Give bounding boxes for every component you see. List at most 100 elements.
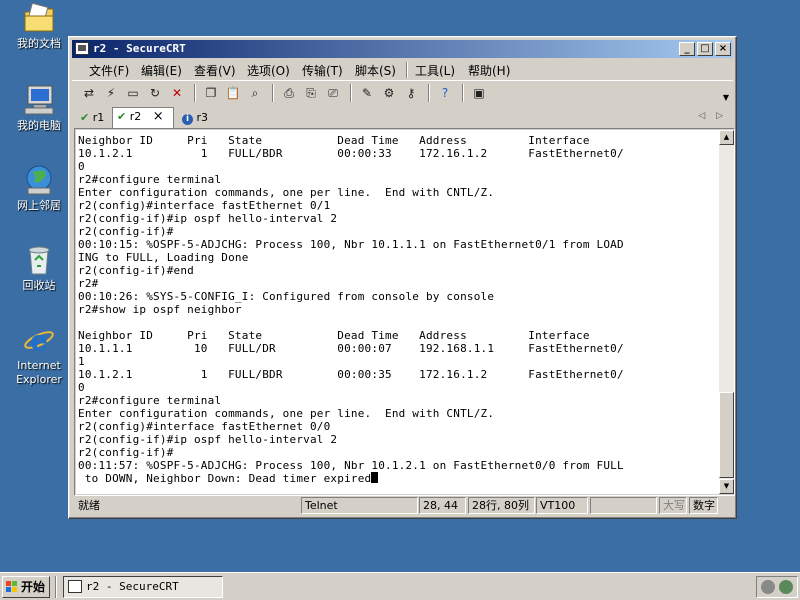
scroll-up-icon[interactable]: ▲ — [719, 130, 734, 145]
print-setup-icon[interactable]: ⎚ — [324, 84, 342, 102]
desktop-icon-network[interactable]: 网上邻居 — [8, 164, 70, 213]
copy-icon[interactable]: ❐ — [202, 84, 220, 102]
tab-r3[interactable]: i r3 — [178, 109, 214, 127]
keymap-icon[interactable]: ⚷ — [402, 84, 420, 102]
terminal-line: r2(config-if)# — [78, 446, 174, 459]
terminal-line: r2# — [78, 277, 99, 290]
menu-help[interactable]: 帮助(H) — [468, 62, 510, 79]
minimize-button[interactable]: _ — [679, 42, 695, 56]
print-icon[interactable]: ⎙ — [280, 84, 298, 102]
menu-tools[interactable]: 工具(L) — [415, 62, 455, 79]
menu-edit[interactable]: 编辑(E) — [141, 62, 182, 79]
terminal-line: r2(config-if)#ip ospf hello-interval 2 — [78, 433, 338, 446]
volume-icon[interactable] — [761, 580, 775, 594]
connected-check-icon: ✔ — [117, 110, 127, 123]
maximize-button[interactable]: □ — [697, 42, 713, 56]
terminal-line: 10.1.2.1 1 FULL/BDR 00:00:35 172.16.1.2 … — [78, 368, 624, 381]
desktop-icon-my-documents[interactable]: 我的文档 — [8, 2, 70, 51]
terminal-output[interactable]: Neighbor ID Pri State Dead Time Address … — [76, 130, 721, 494]
terminal-line: 0 — [78, 160, 85, 173]
info-icon: i — [182, 114, 193, 125]
network-icon — [22, 164, 56, 196]
desktop-icon-label: 回收站 — [22, 279, 56, 292]
desktop-icon-label-line1: Internet — [17, 359, 61, 372]
menu-transfer[interactable]: 传输(T) — [302, 62, 343, 79]
taskbar-button-securecrt[interactable]: r2 - SecureCRT — [63, 576, 223, 598]
session-tabs: ✔ r1 ✔ r2 × i r3 ◁ ▷ — [72, 106, 733, 128]
connect-tab-icon[interactable]: ▭ — [124, 84, 142, 102]
status-caps: 大写 — [659, 497, 687, 514]
terminal-line: 10.1.1.1 10 FULL/DR 00:00:07 192.168.1.1… — [78, 342, 624, 355]
status-terminal-size: 28行, 80列 — [468, 497, 535, 514]
terminal-line: r2(config-if)#end — [78, 264, 194, 277]
menu-separator — [406, 62, 408, 78]
terminal-line: to DOWN, Neighbor Down: Dead timer expir… — [78, 472, 721, 485]
desktop-icon-label: 我的文档 — [17, 37, 61, 50]
desktop-icon-my-computer[interactable]: 我的电脑 — [8, 84, 70, 133]
menu-view[interactable]: 查看(V) — [194, 62, 236, 79]
sftp-icon[interactable]: ▣ — [470, 84, 488, 102]
status-emulation: VT100 — [536, 497, 588, 514]
tab-next-icon[interactable]: ▷ — [716, 111, 723, 121]
tab-label: r3 — [196, 111, 209, 124]
status-protocol: Telnet — [301, 497, 418, 514]
help-icon[interactable]: ? — [436, 84, 454, 102]
tab-prev-icon[interactable]: ◁ — [698, 111, 705, 121]
menu-script[interactable]: 脚本(S) — [355, 62, 396, 79]
status-bar: 就绪 Telnet 28, 44 28行, 80列 VT100 大写 数字 — [72, 496, 733, 515]
close-button[interactable]: × — [715, 42, 731, 56]
recycle-bin-icon — [22, 244, 56, 276]
taskbar-button-label: r2 - SecureCRT — [86, 580, 179, 593]
quick-connect-icon[interactable]: ⚡ — [102, 84, 120, 102]
paste-icon[interactable]: 📋 — [224, 84, 242, 102]
network-tray-icon[interactable] — [779, 580, 793, 594]
terminal-line: r2(config)#interface fastEthernet 0/0 — [78, 420, 331, 433]
desktop-icon-label: 我的电脑 — [17, 119, 61, 132]
terminal-line: Neighbor ID Pri State Dead Time Address … — [78, 329, 590, 342]
tab-r2[interactable]: ✔ r2 × — [112, 107, 174, 128]
toolbar-separator — [462, 84, 464, 102]
menu-options[interactable]: 选项(O) — [247, 62, 290, 79]
tab-r1[interactable]: ✔ r1 — [76, 109, 110, 127]
tab-nav: ◁ ▷ — [698, 111, 723, 121]
print-selection-icon[interactable]: ⎘ — [302, 84, 320, 102]
scroll-down-icon[interactable]: ▼ — [719, 479, 734, 494]
desktop-icon-internet-explorer[interactable]: e Internet Explorer — [8, 324, 70, 387]
terminal-line: 0 — [78, 381, 85, 394]
reconnect-icon[interactable]: ↻ — [146, 84, 164, 102]
terminal-cursor — [371, 472, 379, 483]
terminal-line: 00:10:26: %SYS-5-CONFIG_I: Configured fr… — [78, 290, 495, 303]
computer-icon — [22, 84, 56, 116]
disconnect-icon[interactable]: ✕ — [168, 84, 186, 102]
find-icon[interactable]: ⌕ — [246, 84, 264, 102]
terminal-line: r2#configure terminal — [78, 394, 222, 407]
start-button[interactable]: 开始 — [2, 576, 50, 598]
taskbar-separator — [55, 576, 57, 598]
vertical-scrollbar[interactable]: ▲ ▼ — [719, 130, 734, 494]
scroll-thumb[interactable] — [719, 392, 734, 478]
terminal-line: 10.1.2.1 1 FULL/BDR 00:00:33 172.16.1.2 … — [78, 147, 624, 160]
connect-icon[interactable]: ⇄ — [80, 84, 98, 102]
system-tray — [756, 576, 798, 598]
start-label: 开始 — [21, 580, 46, 594]
status-cursor-position: 28, 44 — [419, 497, 466, 514]
svg-text:e: e — [30, 324, 48, 356]
terminal-line: Neighbor ID Pri State Dead Time Address … — [78, 134, 590, 147]
terminal-line: ING to FULL, Loading Done — [78, 251, 249, 264]
toolbar-separator — [428, 84, 430, 102]
toolbar-separator — [350, 84, 352, 102]
securecrt-app-icon[interactable] — [75, 42, 89, 55]
connected-check-icon: ✔ — [80, 111, 90, 124]
taskbar: 开始 r2 - SecureCRT — [0, 572, 800, 600]
toolbar-overflow-icon[interactable]: ▼ — [723, 93, 729, 102]
window-title: r2 - SecureCRT — [93, 42, 186, 55]
global-options-icon[interactable]: ⚙ — [380, 84, 398, 102]
tab-close-icon[interactable]: × — [153, 109, 164, 124]
terminal-line: Enter configuration commands, one per li… — [78, 407, 495, 420]
menu-file[interactable]: 文件(F) — [89, 62, 129, 79]
session-options-icon[interactable]: ✎ — [358, 84, 376, 102]
title-bar[interactable]: r2 - SecureCRT _ □ × — [72, 40, 733, 58]
desktop-icon-recycle-bin[interactable]: 回收站 — [8, 244, 70, 293]
terminal-line: r2(config)#interface fastEthernet 0/1 — [78, 199, 331, 212]
